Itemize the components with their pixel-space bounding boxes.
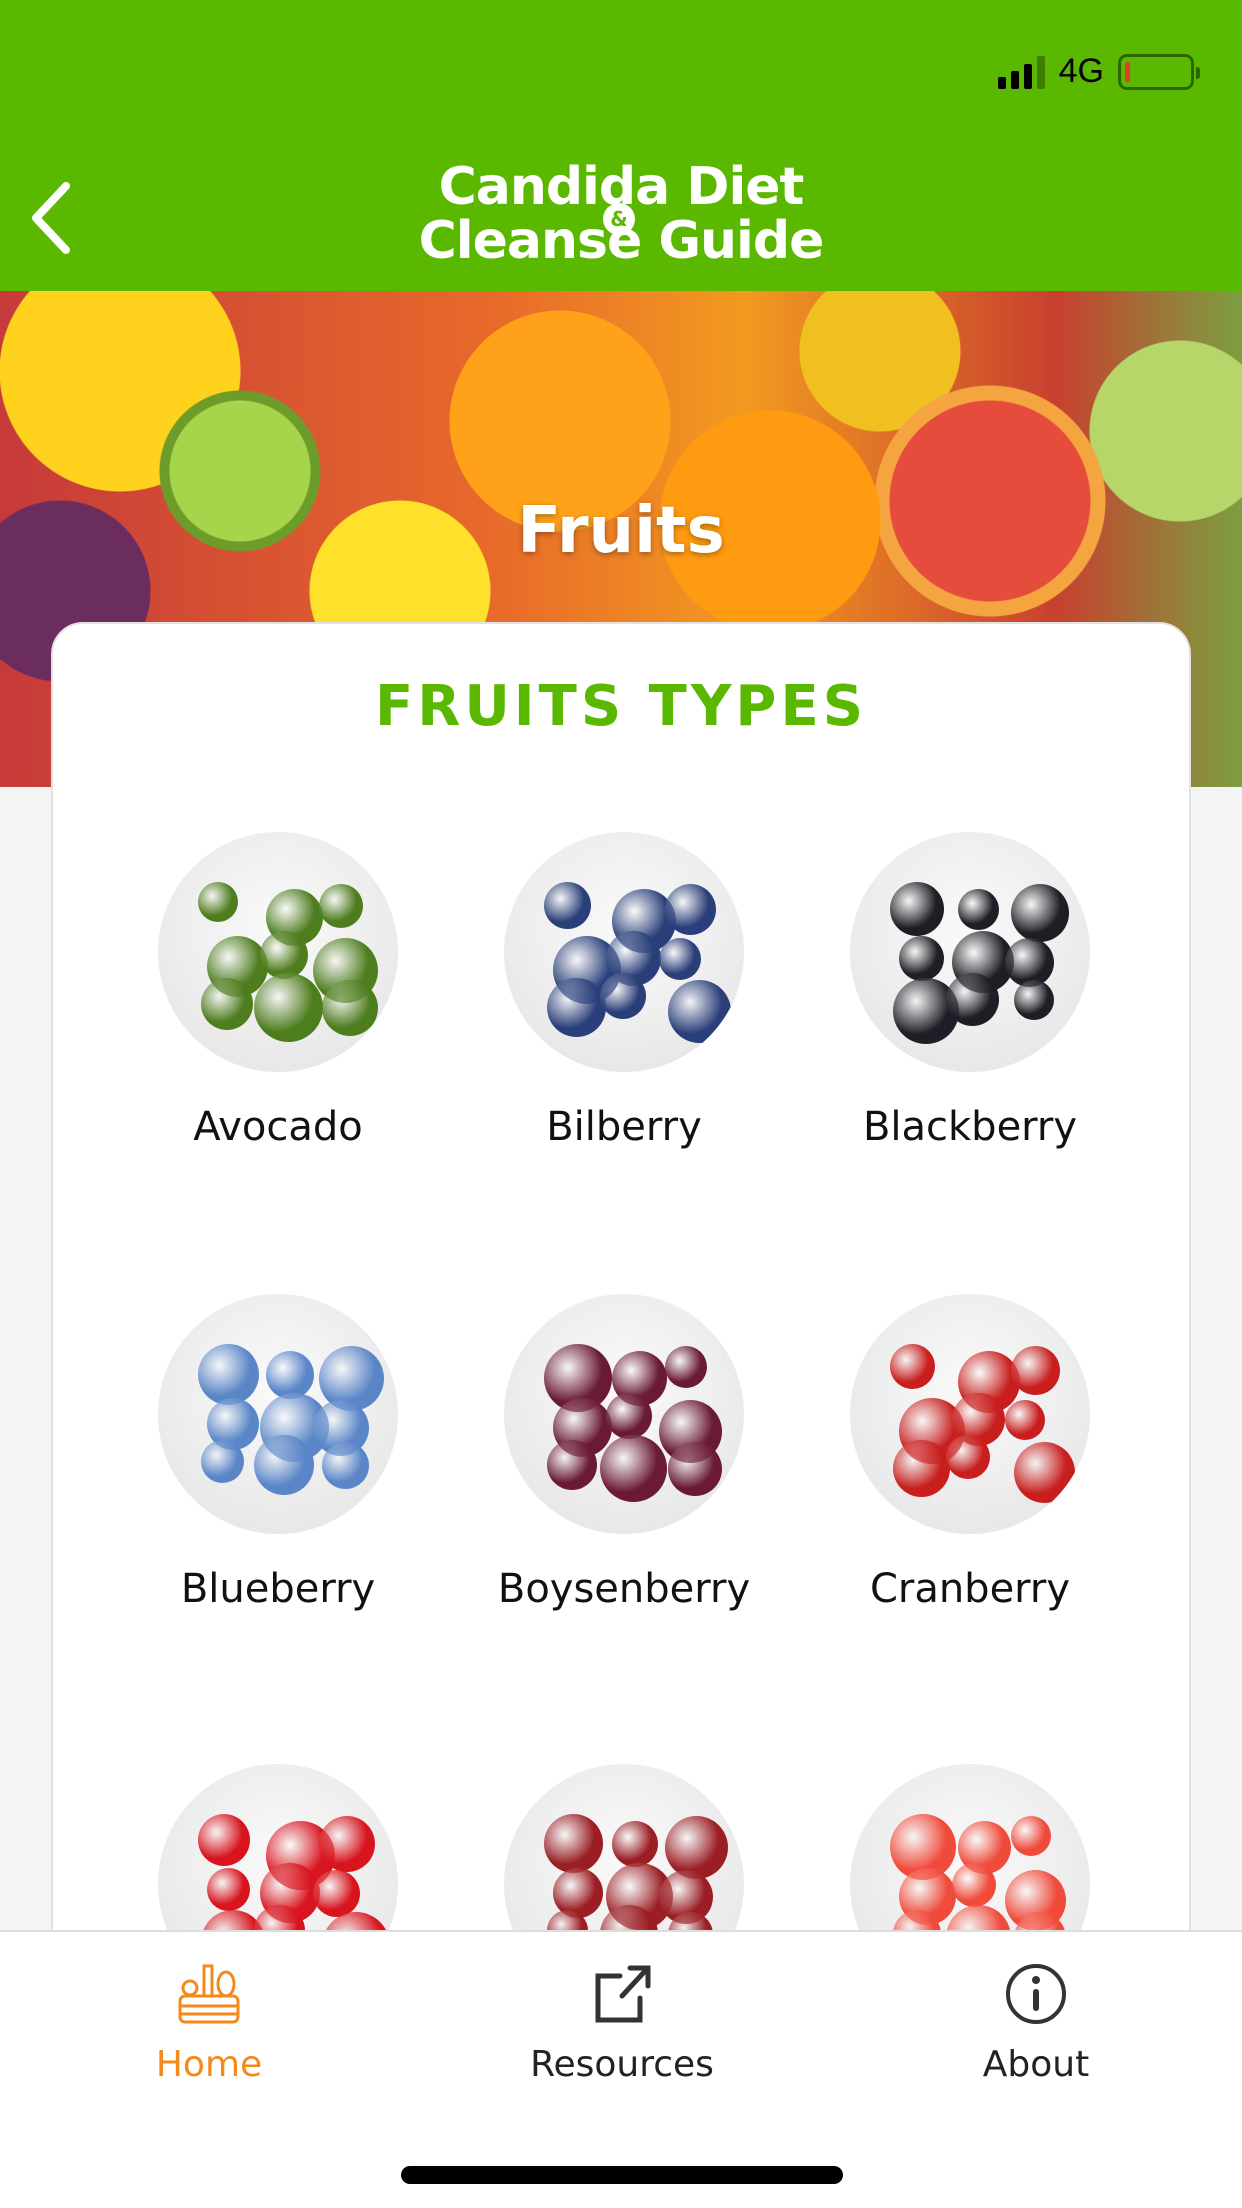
fruit-shape [547, 1440, 597, 1490]
fruit-name: Avocado [193, 1104, 363, 1150]
fruit-shape [254, 1435, 314, 1495]
fruit-shape [1011, 1816, 1051, 1856]
fruit-shape [198, 882, 238, 922]
fruit-item[interactable]: Boysenberry [474, 1294, 774, 1622]
fruit-shape [606, 1393, 652, 1439]
fruit-name: Blueberry [180, 1566, 376, 1612]
app-header: 4G Candida Diet Cleanse Guide & [0, 0, 1242, 291]
fruit-shape [319, 1816, 375, 1872]
fruit-item[interactable]: Blackberry [820, 832, 1120, 1160]
fruit-name: Bilberry [546, 1104, 702, 1150]
fruit-shape [600, 1435, 667, 1502]
fruit-shape [313, 1870, 360, 1917]
fruit-shape [946, 1435, 990, 1479]
fruit-name: Boysenberry [497, 1566, 751, 1612]
fruit-shape [322, 980, 378, 1036]
fruit-shape [544, 882, 591, 929]
fruit-image [850, 832, 1090, 1072]
fruit-shape [659, 938, 701, 980]
fruit-shape [946, 973, 999, 1026]
external-link-icon [595, 1965, 651, 2023]
fruit-item[interactable]: Cranberry [820, 1294, 1120, 1622]
fruit-shape [547, 978, 606, 1037]
signal-icon [997, 55, 1045, 89]
tab-home[interactable]: Home [59, 1962, 359, 2085]
fruit-shape [1014, 980, 1054, 1020]
tab-resources[interactable]: Resources [472, 1962, 772, 2085]
fruit-shape [665, 884, 716, 935]
fruit-image [504, 832, 744, 1072]
fruit-shape [266, 1351, 314, 1399]
fruit-shape [1014, 1442, 1075, 1503]
fruit-shape [254, 973, 323, 1042]
title-ampersand: & [603, 203, 635, 235]
fruit-shape [952, 1863, 996, 1907]
fruit-shape [198, 1344, 259, 1405]
network-type: 4G [1058, 52, 1104, 90]
fruit-name: Cranberry [869, 1566, 1071, 1612]
fruit-shape [260, 931, 308, 979]
tab-label: About [982, 2044, 1090, 2085]
fruit-shape [1011, 1346, 1060, 1395]
tab-label: Home [155, 2044, 263, 2085]
fruit-shape [612, 1821, 658, 1867]
fruit-shape [1011, 884, 1069, 942]
fruit-item[interactable]: Blueberry [128, 1294, 428, 1622]
fruit-shape [544, 1814, 603, 1873]
fruit-shape [322, 1442, 369, 1489]
info-icon [1006, 1964, 1066, 2024]
fruit-shape [665, 1346, 707, 1388]
fruit-shape [899, 936, 944, 981]
fruit-shape [668, 1442, 722, 1496]
fruit-shape [1005, 1400, 1045, 1440]
section-title: FRUITS TYPES [374, 674, 868, 739]
fruit-item[interactable]: Bilberry [474, 832, 774, 1160]
fruit-image [158, 1294, 398, 1534]
fruit-shape [668, 980, 731, 1043]
fruit-shape [319, 884, 363, 928]
fruit-shape [198, 1814, 250, 1866]
fruit-shape [201, 1440, 244, 1483]
fruit-shape [600, 973, 646, 1019]
basket-icon [178, 1964, 240, 2024]
fruit-item[interactable]: Avocado [128, 832, 428, 1160]
fruit-shape [958, 889, 999, 930]
home-indicator [401, 2166, 843, 2184]
tab-label: Resources [530, 2044, 714, 2085]
tab-about[interactable]: About [886, 1962, 1186, 2085]
hero-title: Fruits [517, 494, 725, 568]
fruit-shape [201, 978, 253, 1030]
fruit-shape [665, 1816, 728, 1879]
status-bar: 4G [997, 52, 1200, 91]
fruit-image [850, 1294, 1090, 1534]
fruit-name: Blackberry [862, 1104, 1078, 1150]
fruit-shape [207, 1868, 250, 1911]
fruit-shape [890, 1344, 935, 1389]
fruit-shape [893, 1440, 950, 1497]
fruit-shape [890, 882, 944, 936]
fruit-image [158, 832, 398, 1072]
battery-icon [1118, 53, 1200, 90]
fruit-image [504, 1294, 744, 1534]
fruits-card: FRUITS TYPES Avocado Bilberry Blackberry Bl… [51, 622, 1191, 2022]
